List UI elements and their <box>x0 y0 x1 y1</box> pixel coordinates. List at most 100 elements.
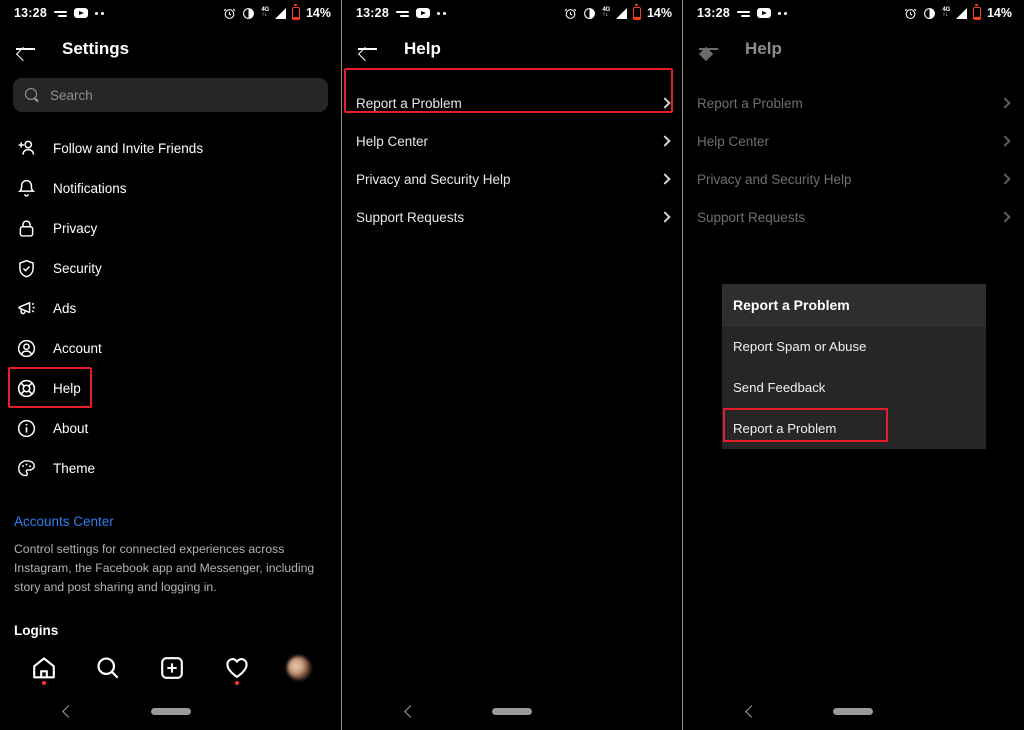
android-nav-bar <box>342 692 682 730</box>
accounts-center-section: Accounts Center Control settings for con… <box>0 488 341 638</box>
alarm-icon <box>224 8 236 19</box>
battery-percent: 14% <box>305 6 331 20</box>
nav-activity-button[interactable] <box>223 654 251 685</box>
search-placeholder: Search <box>50 87 93 103</box>
sidebar-item-about[interactable]: About <box>0 408 341 448</box>
home-pill-icon[interactable] <box>492 707 532 715</box>
help-list: Report a Problem Help Center Privacy and… <box>342 68 682 236</box>
home-pill-icon[interactable] <box>832 707 873 715</box>
back-chevron-icon[interactable] <box>62 704 75 718</box>
nav-home-button[interactable] <box>30 654 58 685</box>
sidebar-item-security[interactable]: Security <box>0 248 341 288</box>
sidebar-item-label: Theme <box>53 460 96 476</box>
help-item-label: Report a Problem <box>356 95 462 111</box>
sidebar-item-label: Account <box>53 340 102 356</box>
back-arrow-icon[interactable] <box>697 37 721 61</box>
sidebar-item-account[interactable]: Account <box>0 328 341 368</box>
status-bar-right: 4G ↑↓ 14% <box>223 4 331 20</box>
more-dots-icon <box>94 11 104 15</box>
report-a-problem-dialog: Report a Problem Report Spam or Abuse Se… <box>722 284 986 449</box>
status-time: 13:28 <box>356 6 389 20</box>
chevron-right-icon <box>999 211 1011 223</box>
dash-icon <box>395 9 409 18</box>
dialog-option-report-a-problem[interactable]: Report a Problem <box>722 408 986 449</box>
chevron-right-icon <box>659 211 671 223</box>
status-time: 13:28 <box>697 6 730 20</box>
help-item-privacy-and-security-help[interactable]: Privacy and Security Help <box>683 160 1022 198</box>
back-chevron-icon[interactable] <box>404 704 417 718</box>
palette-icon <box>16 458 37 479</box>
dash-icon <box>53 9 67 18</box>
back-arrow-icon[interactable] <box>14 37 38 61</box>
sidebar-item-follow-invite-friends[interactable]: Follow and Invite Friends <box>0 128 341 168</box>
search-container: Search <box>0 72 341 112</box>
sidebar-item-label: Follow and Invite Friends <box>53 140 204 156</box>
sidebar-item-help[interactable]: Help <box>0 367 341 408</box>
battery-icon <box>972 4 981 20</box>
help-item-label: Help Center <box>356 133 429 149</box>
avatar[interactable] <box>286 656 311 680</box>
battery-percent: 14% <box>646 6 672 20</box>
megaphone-icon <box>16 298 37 319</box>
help-item-label: Privacy and Security Help <box>697 171 852 187</box>
sidebar-item-label: About <box>53 420 89 436</box>
sidebar-item-privacy[interactable]: Privacy <box>0 208 341 248</box>
page-title: Settings <box>62 39 130 58</box>
accounts-center-link[interactable]: Accounts Center <box>14 514 327 529</box>
dialog-option-label: Send Feedback <box>733 380 826 395</box>
status-bar: 13:28 4G ↑↓ 14% <box>342 0 682 26</box>
more-dots-icon <box>436 11 446 15</box>
signal-icon <box>274 7 286 19</box>
help-item-support-requests[interactable]: Support Requests <box>683 198 1022 236</box>
back-chevron-icon[interactable] <box>745 704 758 718</box>
activity-badge-dot <box>234 681 239 685</box>
chevron-right-icon <box>999 173 1011 185</box>
panel-help-dialog: 13:28 4G ↑↓ 14% Help Report a Problem He… <box>683 0 1022 730</box>
search-icon <box>97 657 119 679</box>
help-app-bar: Help <box>683 26 1022 72</box>
youtube-icon <box>756 8 771 18</box>
home-icon <box>33 657 55 679</box>
logins-section-title: Logins <box>14 623 59 638</box>
search-input[interactable]: Search <box>13 78 328 112</box>
search-icon <box>25 88 39 102</box>
panel-help: 13:28 4G ↑↓ 14% Help Report a Problem He… <box>341 0 683 730</box>
contrast-icon <box>243 7 255 19</box>
help-item-report-a-problem[interactable]: Report a Problem <box>683 84 1022 122</box>
nav-search-button[interactable] <box>94 654 122 682</box>
info-circle-icon <box>16 418 37 439</box>
sidebar-item-label: Help <box>53 380 81 396</box>
sidebar-item-theme[interactable]: Theme <box>0 448 341 488</box>
dialog-option-report-spam-or-abuse[interactable]: Report Spam or Abuse <box>722 326 986 367</box>
status-bar-left: 13:28 <box>14 6 104 20</box>
sidebar-item-ads[interactable]: Ads <box>0 288 341 328</box>
help-item-help-center[interactable]: Help Center <box>342 122 682 160</box>
dialog-title: Report a Problem <box>722 284 986 326</box>
alarm-icon <box>565 8 577 19</box>
settings-app-bar: Settings <box>0 26 341 72</box>
battery-percent: 14% <box>986 6 1012 20</box>
chevron-right-icon <box>999 135 1011 147</box>
signal-icon <box>615 7 627 19</box>
status-bar: 13:28 4G ↑↓ 14% <box>683 0 1022 26</box>
add-person-icon <box>16 138 37 159</box>
sidebar-item-notifications[interactable]: Notifications <box>0 168 341 208</box>
help-item-privacy-and-security-help[interactable]: Privacy and Security Help <box>342 160 682 198</box>
home-pill-icon[interactable] <box>150 707 191 715</box>
help-item-label: Privacy and Security Help <box>356 171 511 187</box>
network-type-icon: 4G ↑↓ <box>261 7 269 18</box>
dialog-option-label: Report Spam or Abuse <box>733 339 867 354</box>
status-time: 13:28 <box>14 6 47 20</box>
chevron-right-icon <box>659 173 671 185</box>
back-arrow-icon[interactable] <box>356 37 380 61</box>
battery-icon <box>291 4 300 20</box>
help-item-report-a-problem[interactable]: Report a Problem <box>342 84 682 122</box>
dialog-option-send-feedback[interactable]: Send Feedback <box>722 367 986 408</box>
status-bar-left: 13:28 <box>356 6 446 20</box>
battery-icon <box>632 4 641 20</box>
alarm-icon <box>905 8 917 19</box>
contrast-icon <box>924 7 936 19</box>
help-item-support-requests[interactable]: Support Requests <box>342 198 682 236</box>
nav-create-button[interactable] <box>158 654 186 682</box>
help-item-help-center[interactable]: Help Center <box>683 122 1022 160</box>
